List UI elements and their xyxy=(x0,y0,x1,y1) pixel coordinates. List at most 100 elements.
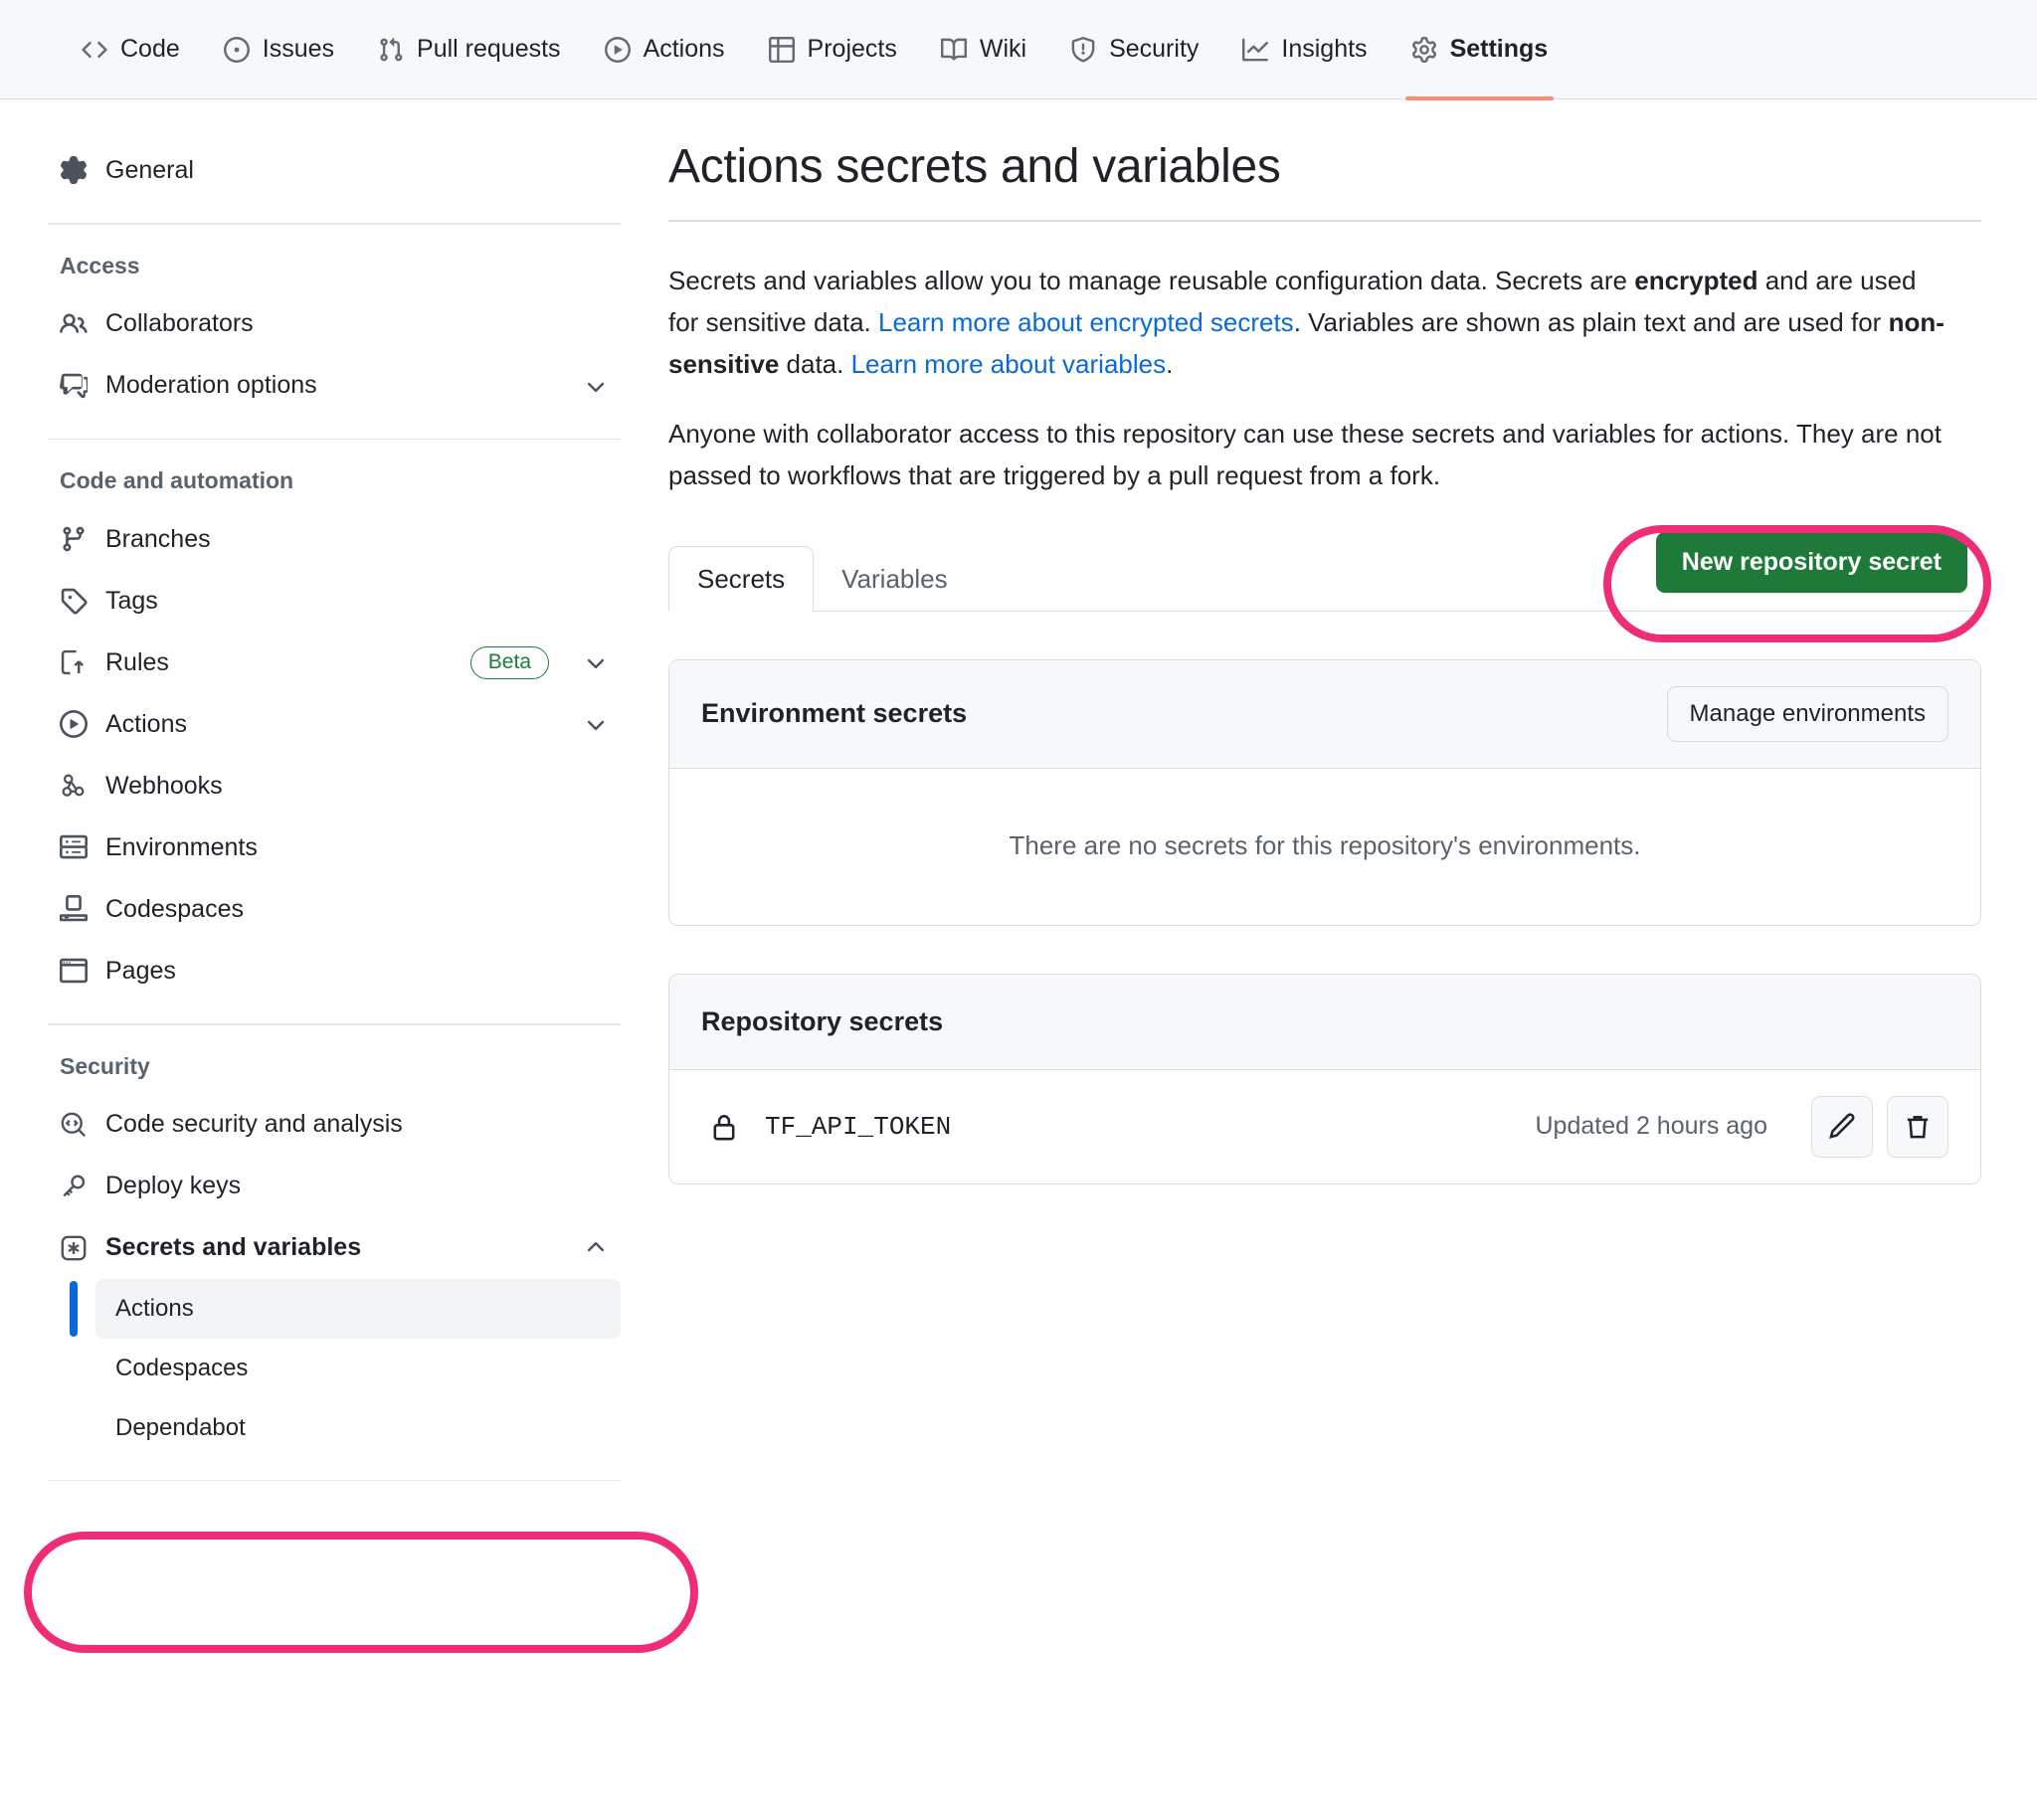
browser-icon xyxy=(60,957,88,985)
nav-item-insights[interactable]: Insights xyxy=(1220,0,1389,99)
environment-secrets-box: Environment secrets Manage environments … xyxy=(668,658,1981,926)
gear-icon xyxy=(1411,36,1437,63)
sidebar-item-branches[interactable]: Branches xyxy=(48,508,621,570)
server-icon xyxy=(60,833,88,861)
intro-paragraph-1: Secrets and variables allow you to manag… xyxy=(668,260,1951,385)
shield-icon xyxy=(1070,36,1096,63)
sidebar-item-codespaces[interactable]: Codespaces xyxy=(48,878,621,940)
tab-label: Variables xyxy=(841,563,948,594)
nav-item-security[interactable]: Security xyxy=(1048,0,1220,99)
table-icon xyxy=(768,36,795,63)
key-icon xyxy=(60,1173,88,1200)
sidebar-item-label: Moderation options xyxy=(105,371,317,399)
chevron-up-icon[interactable] xyxy=(583,1235,609,1261)
sidebar-secrets-dependabot-item[interactable]: Dependabot xyxy=(95,1398,621,1458)
rules-icon xyxy=(60,648,88,676)
intro-part-5: . xyxy=(1166,348,1174,379)
learn-more-encrypted-secrets-link[interactable]: Learn more about encrypted secrets xyxy=(878,307,1294,337)
tab-label: Secrets xyxy=(697,563,786,594)
nav-item-projects[interactable]: Projects xyxy=(747,0,919,99)
sidebar-item-deploy-keys[interactable]: Deploy keys xyxy=(48,1156,621,1217)
tag-icon xyxy=(60,587,88,615)
repository-secrets-header: Repository secrets xyxy=(669,974,1980,1070)
learn-more-variables-link[interactable]: Learn more about variables xyxy=(851,349,1167,379)
sidebar-item-label: Secrets and variables xyxy=(105,1233,362,1261)
repository-secrets-box: Repository secrets TF_API_TOKEN Updated … xyxy=(668,973,1981,1184)
environment-secrets-header: Environment secrets Manage environments xyxy=(669,659,1980,769)
pencil-icon[interactable] xyxy=(1811,1095,1873,1158)
issue-opened-icon xyxy=(223,36,250,63)
nav-item-label: Security xyxy=(1109,35,1200,63)
sidebar-item-rules[interactable]: Rules Beta xyxy=(48,632,621,693)
graph-icon xyxy=(1242,37,1269,63)
sidebar-item-label: Code security and analysis xyxy=(105,1110,403,1138)
sidebar-item-label: Tags xyxy=(105,586,158,615)
git-branch-icon xyxy=(60,525,88,553)
new-repository-secret-button[interactable]: New repository secret xyxy=(1655,531,1967,593)
sidebar-item-label: Branches xyxy=(105,524,211,553)
sidebar-item-label: Codespaces xyxy=(105,894,244,923)
sidebar-secrets-codespaces-item[interactable]: Codespaces xyxy=(95,1339,621,1398)
chevron-down-icon[interactable] xyxy=(583,649,609,675)
sidebar-item-label: Environments xyxy=(105,832,258,861)
sidebar-item-environments[interactable]: Environments xyxy=(48,817,621,878)
sidebar-secrets-actions-item[interactable]: Actions xyxy=(70,1278,621,1339)
tab-variables[interactable]: Variables xyxy=(814,546,975,612)
sidebar-item-general[interactable]: General xyxy=(48,139,621,201)
main-content: Actions secrets and variables Secrets an… xyxy=(668,139,2021,1184)
environment-secrets-empty-text: There are no secrets for this repository… xyxy=(1009,829,1641,860)
sidebar-heading-access: Access xyxy=(60,252,140,278)
sidebar-sub-item-label: Dependabot xyxy=(115,1413,246,1441)
nav-item-label: Actions xyxy=(643,35,725,63)
nav-item-wiki[interactable]: Wiki xyxy=(919,0,1048,99)
sidebar-item-pages[interactable]: Pages xyxy=(48,940,621,1001)
annotation-highlight-sidebar-actions xyxy=(24,1532,698,1653)
sidebar-divider-2 xyxy=(48,438,621,440)
sidebar-item-secrets-and-variables[interactable]: Secrets and variables xyxy=(48,1217,621,1279)
codescan-icon xyxy=(60,1111,88,1139)
table-row: TF_API_TOKEN Updated 2 hours ago xyxy=(669,1070,1980,1183)
sidebar-item-code-security-and-analysis[interactable]: Code security and analysis xyxy=(48,1094,621,1156)
secret-updated-timestamp: Updated 2 hours ago xyxy=(1535,1112,1767,1140)
sidebar-item-label: Pages xyxy=(105,956,176,985)
sidebar-heading-code-and-automation: Code and automation xyxy=(60,467,294,493)
environment-secrets-title: Environment secrets xyxy=(701,698,968,728)
nav-item-label: Projects xyxy=(807,35,897,63)
git-pull-request-icon xyxy=(378,37,404,63)
nav-item-label: Insights xyxy=(1281,35,1368,63)
intro-paragraph-2: Anyone with collaborator access to this … xyxy=(668,418,1942,490)
nav-item-issues[interactable]: Issues xyxy=(202,0,356,99)
sidebar-item-tags[interactable]: Tags xyxy=(48,570,621,632)
intro-part-1: Secrets and variables allow you to manag… xyxy=(668,265,1635,295)
play-icon xyxy=(60,710,88,738)
sidebar-divider-4 xyxy=(48,1479,621,1481)
sidebar-item-collaborators[interactable]: Collaborators xyxy=(48,293,621,355)
sidebar-item-actions[interactable]: Actions xyxy=(48,693,621,755)
manage-environments-button[interactable]: Manage environments xyxy=(1666,685,1948,742)
chevron-down-icon[interactable] xyxy=(583,373,609,399)
intro-part-4: data. xyxy=(779,348,851,379)
sidebar-divider-1 xyxy=(48,223,621,225)
people-icon xyxy=(60,310,88,338)
repository-secrets-title: Repository secrets xyxy=(701,1005,944,1036)
title-divider xyxy=(668,220,1981,222)
webhook-icon xyxy=(60,772,88,800)
nav-item-code[interactable]: Code xyxy=(60,0,202,99)
nav-item-pull-requests[interactable]: Pull requests xyxy=(356,0,583,99)
sidebar-item-moderation-options[interactable]: Moderation options xyxy=(48,355,621,417)
sidebar-item-webhooks[interactable]: Webhooks xyxy=(48,755,621,817)
nav-item-actions[interactable]: Actions xyxy=(583,0,747,99)
nav-item-settings[interactable]: Settings xyxy=(1389,0,1571,100)
sidebar-item-label: Actions xyxy=(105,709,187,738)
play-icon xyxy=(604,36,631,63)
codespaces-icon xyxy=(60,895,88,923)
intro-part-3: . Variables are shown as plain text and … xyxy=(1293,306,1889,337)
tab-secrets[interactable]: Secrets xyxy=(668,546,815,612)
repo-nav: Code Issues Pull requests Actions Projec… xyxy=(0,0,2037,100)
trash-icon[interactable] xyxy=(1887,1095,1948,1158)
book-icon xyxy=(940,37,967,63)
settings-sidebar: General Access Collaborators Moderation … xyxy=(0,139,668,1503)
chevron-down-icon[interactable] xyxy=(583,711,609,737)
sidebar-sub-item-label: Actions xyxy=(115,1294,194,1322)
asterisk-icon xyxy=(60,1234,88,1262)
